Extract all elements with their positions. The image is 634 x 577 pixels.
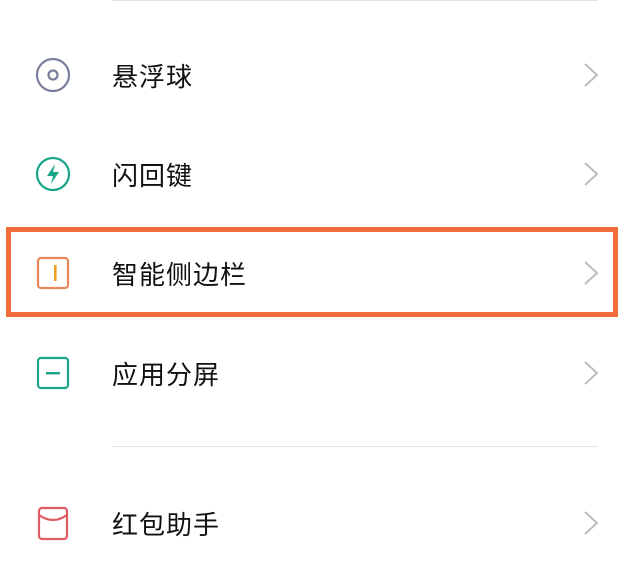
top-divider bbox=[112, 0, 598, 1]
settings-item-split-screen[interactable]: 应用分屏 bbox=[0, 327, 634, 419]
flashback-key-icon bbox=[34, 155, 72, 193]
red-envelope-icon bbox=[34, 504, 72, 542]
chevron-right-icon bbox=[580, 258, 602, 288]
settings-item-label: 智能侧边栏 bbox=[112, 260, 248, 291]
settings-item-label: 闪回键 bbox=[112, 161, 194, 192]
settings-item-smart-sidebar[interactable]: 智能侧边栏 bbox=[0, 227, 634, 319]
settings-item-flashback-key[interactable]: 闪回键 bbox=[0, 128, 634, 220]
settings-item-label: 悬浮球 bbox=[112, 62, 194, 93]
settings-item-red-envelope[interactable]: 红包助手 bbox=[0, 477, 634, 569]
section-divider bbox=[112, 446, 598, 447]
chevron-right-icon bbox=[580, 358, 602, 388]
chevron-right-icon bbox=[580, 159, 602, 189]
settings-item-floating-ball[interactable]: 悬浮球 bbox=[0, 29, 634, 121]
chevron-right-icon bbox=[580, 508, 602, 538]
settings-item-label: 应用分屏 bbox=[112, 360, 221, 391]
split-screen-icon bbox=[34, 354, 72, 392]
chevron-right-icon bbox=[580, 60, 602, 90]
smart-sidebar-icon bbox=[34, 254, 72, 292]
floating-ball-icon bbox=[34, 56, 72, 94]
settings-item-label: 红包助手 bbox=[112, 510, 221, 541]
